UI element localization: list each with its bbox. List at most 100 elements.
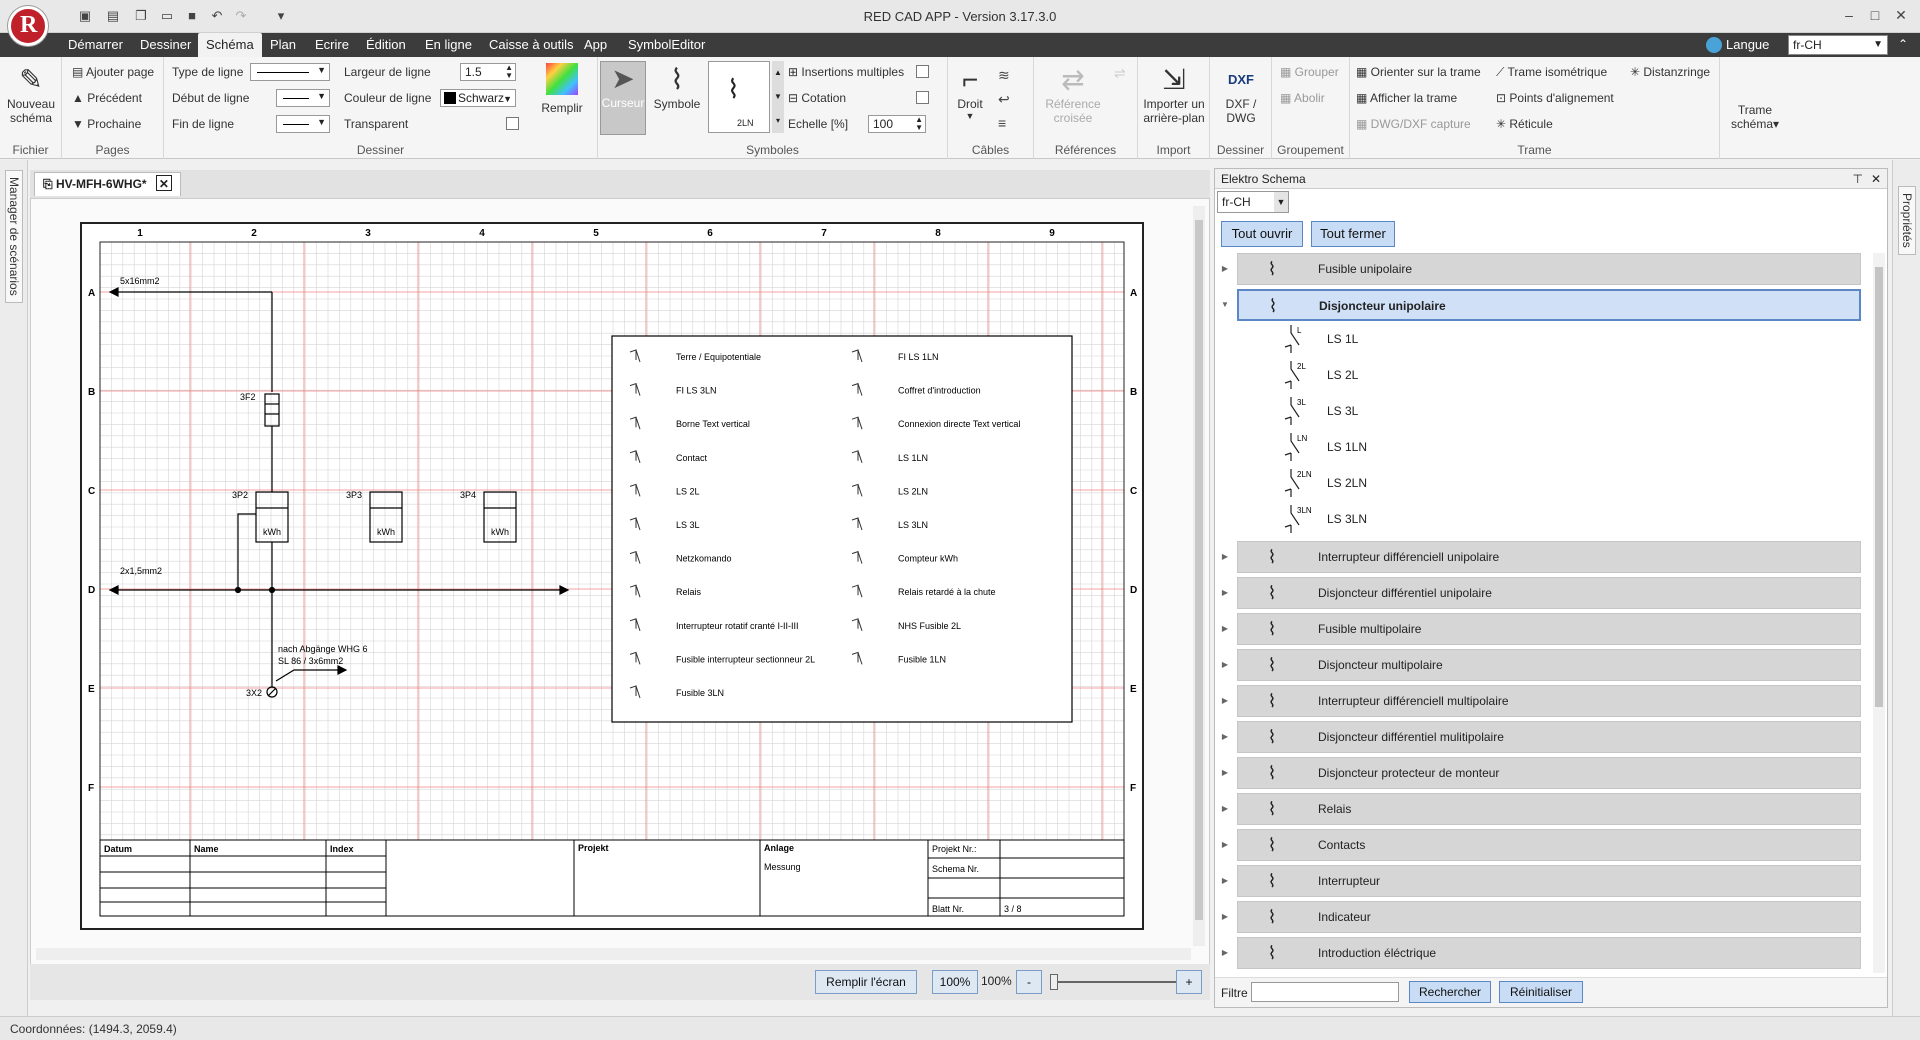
- tab-dessiner[interactable]: Dessiner: [132, 33, 199, 57]
- tree-item[interactable]: ⌇ Indicateur: [1237, 901, 1861, 933]
- collapsed-arrow-icon[interactable]: ▶: [1219, 804, 1231, 813]
- panel-language-select[interactable]: fr-CH ▼: [1217, 191, 1289, 213]
- tree-item[interactable]: ⌇ Fusible unipolaire: [1237, 253, 1861, 285]
- show-grid-button[interactable]: ▦ Afficher la trame: [1356, 91, 1457, 105]
- tab-symboleditor[interactable]: SymbolEditor: [620, 33, 713, 57]
- collapsed-arrow-icon[interactable]: ▶: [1219, 768, 1231, 777]
- line-end-select[interactable]: ▼: [276, 115, 330, 133]
- multi-insert-checkbox[interactable]: [916, 65, 929, 78]
- tree-item[interactable]: ⌇ Interrupteur différenciell unipolaire: [1237, 541, 1861, 573]
- prev-page-button[interactable]: ▲ Précédent: [72, 91, 142, 105]
- fit-screen-button[interactable]: Remplir l'écran: [815, 970, 917, 994]
- zoom-out-button[interactable]: -: [1016, 970, 1042, 994]
- collapsed-arrow-icon[interactable]: ▶: [1219, 660, 1231, 669]
- scenario-manager-tab[interactable]: Manager de scénarios: [5, 170, 23, 303]
- collapsed-arrow-icon[interactable]: ▶: [1219, 588, 1231, 597]
- schematic-sheet[interactable]: 123456789 AABBCCDDEEFF 5x16mm2 2x1,5mm2 …: [80, 222, 1144, 930]
- zoom-100-button[interactable]: 100%: [932, 970, 978, 994]
- preview-scroll[interactable]: ▲ ▼ ▾: [772, 61, 784, 133]
- reticle-button[interactable]: ✳ Réticule: [1496, 117, 1553, 131]
- spinner-icon[interactable]: ▲ ▼: [505, 64, 513, 80]
- collapsed-arrow-icon[interactable]: ▶: [1219, 264, 1231, 273]
- tree-child-item[interactable]: LN LS 1LN: [1275, 431, 1675, 463]
- cable-curve-icon[interactable]: ≋: [998, 67, 1010, 83]
- ungroup-button[interactable]: ▦ Abolir: [1280, 91, 1325, 105]
- tree-item[interactable]: ⌇ Introduction éléctrique: [1237, 937, 1861, 969]
- cross-reference-button[interactable]: ⇄ Référence croisée: [1038, 63, 1108, 125]
- canvas-vertical-scrollbar[interactable]: [1193, 206, 1205, 946]
- line-start-select[interactable]: ▼: [276, 89, 330, 107]
- tree-item[interactable]: ⌇ Disjoncteur différentiel unipolaire: [1237, 577, 1861, 609]
- line-type-select[interactable]: ▼: [250, 63, 330, 81]
- collapsed-arrow-icon[interactable]: ▶: [1219, 696, 1231, 705]
- close-tab-icon[interactable]: ✕: [155, 175, 172, 191]
- new-schema-button[interactable]: ✎ Nouveau schéma: [4, 63, 58, 125]
- ref-settings-icon[interactable]: ⇌: [1114, 65, 1126, 82]
- tree-item[interactable]: ⌇ Fusible multipolaire: [1237, 613, 1861, 645]
- multi-insert-button[interactable]: ⊞ Insertions multiples: [788, 65, 904, 79]
- dwg-capture-button[interactable]: ▦ DWG/DXF capture: [1356, 117, 1471, 131]
- dimension-checkbox[interactable]: [916, 91, 929, 104]
- add-page-button[interactable]: ▤ Ajouter page: [72, 65, 154, 79]
- tree-item[interactable]: ⌇ Contacts: [1237, 829, 1861, 861]
- symbol-button[interactable]: ⌇ Symbole: [652, 63, 702, 111]
- cursor-button[interactable]: ➤ Curseur: [600, 61, 646, 135]
- fill-button[interactable]: Remplir: [534, 63, 590, 115]
- distance-rings-button[interactable]: ✳ Distanzringe: [1630, 65, 1710, 79]
- document-tab[interactable]: ⎘ HV-MFH-6WHG* ✕: [34, 172, 181, 196]
- collapsed-arrow-icon[interactable]: ▶: [1219, 948, 1231, 957]
- line-width-input[interactable]: 1.5 ▲ ▼: [460, 63, 516, 81]
- group-button[interactable]: ▦ Grouper: [1280, 65, 1339, 79]
- tree-item[interactable]: ⌇ Interrupteur: [1237, 865, 1861, 897]
- tab-app[interactable]: App: [576, 33, 615, 57]
- scroll-thumb[interactable]: [1195, 220, 1203, 920]
- collapsed-arrow-icon[interactable]: ▶: [1219, 732, 1231, 741]
- straight-cable-button[interactable]: ⌐ Droit ▼: [952, 63, 988, 121]
- minimize-icon[interactable]: –: [1838, 4, 1860, 26]
- scroll-thumb[interactable]: [1875, 267, 1883, 707]
- tree-item[interactable]: ⌇ Disjoncteur unipolaire: [1237, 289, 1861, 321]
- orient-grid-button[interactable]: ▦ Orienter sur la trame: [1356, 65, 1481, 79]
- tree-item[interactable]: ⌇ Interrupteur différenciell multipolaire: [1237, 685, 1861, 717]
- dimension-button[interactable]: ⊟ Cotation: [788, 91, 846, 105]
- canvas-horizontal-scrollbar[interactable]: [36, 948, 1191, 960]
- tab-caisse-a-outils[interactable]: Caisse à outils: [481, 33, 582, 57]
- tab-edition[interactable]: Édition: [358, 33, 414, 57]
- symbol-preview[interactable]: ⌇ 2LN: [708, 61, 770, 133]
- tree-item[interactable]: ⌇ Relais: [1237, 793, 1861, 825]
- tree-child-item[interactable]: L LS 1L: [1275, 323, 1675, 355]
- schema-grid-button[interactable]: Trame schéma▾: [1724, 103, 1786, 131]
- tree-child-item[interactable]: 3L LS 3L: [1275, 395, 1675, 427]
- collapsed-arrow-icon[interactable]: ▶: [1219, 552, 1231, 561]
- align-points-button[interactable]: ⊡ Points d'alignement: [1496, 91, 1614, 105]
- next-page-button[interactable]: ▼ Prochaine: [72, 117, 141, 131]
- collapsed-arrow-icon[interactable]: ▶: [1219, 912, 1231, 921]
- tree-child-item[interactable]: 2LN LS 2LN: [1275, 467, 1675, 499]
- spinner-icon[interactable]: ▲ ▼: [915, 116, 923, 132]
- tree-scrollbar[interactable]: [1873, 253, 1885, 973]
- expanded-arrow-icon[interactable]: ▼: [1219, 300, 1231, 309]
- tree-item[interactable]: ⌇ Disjoncteur protecteur de monteur: [1237, 757, 1861, 789]
- tab-schema[interactable]: Schéma: [198, 33, 262, 57]
- search-button[interactable]: Rechercher: [1409, 981, 1491, 1003]
- dxf-dwg-button[interactable]: DXF DXF / DWG: [1214, 63, 1268, 125]
- close-icon[interactable]: ✕: [1871, 169, 1881, 189]
- close-all-button[interactable]: Tout fermer: [1311, 221, 1395, 247]
- collapsed-arrow-icon[interactable]: ▶: [1219, 840, 1231, 849]
- cable-arc-icon[interactable]: ↩: [998, 91, 1010, 107]
- import-background-button[interactable]: ⇲ Importer un arrière-plan: [1140, 63, 1208, 125]
- transparent-checkbox[interactable]: [506, 117, 519, 130]
- language-select[interactable]: fr-CH ▼: [1788, 35, 1888, 55]
- tab-demarrer[interactable]: Démarrer: [60, 33, 131, 57]
- slider-thumb[interactable]: [1050, 974, 1058, 990]
- tab-plan[interactable]: Plan: [262, 33, 304, 57]
- tree-child-item[interactable]: 3LN LS 3LN: [1275, 503, 1675, 535]
- maximize-icon[interactable]: □: [1864, 4, 1886, 26]
- close-icon[interactable]: ✕: [1890, 4, 1912, 26]
- tree-item[interactable]: ⌇ Disjoncteur différentiel mulitipolaire: [1237, 721, 1861, 753]
- cable-lines-icon[interactable]: ≡: [998, 115, 1006, 131]
- collapsed-arrow-icon[interactable]: ▶: [1219, 876, 1231, 885]
- pin-icon[interactable]: ⊤: [1853, 169, 1863, 189]
- tab-en-ligne[interactable]: En ligne: [417, 33, 480, 57]
- line-color-select[interactable]: Schwarz ▼: [440, 89, 516, 107]
